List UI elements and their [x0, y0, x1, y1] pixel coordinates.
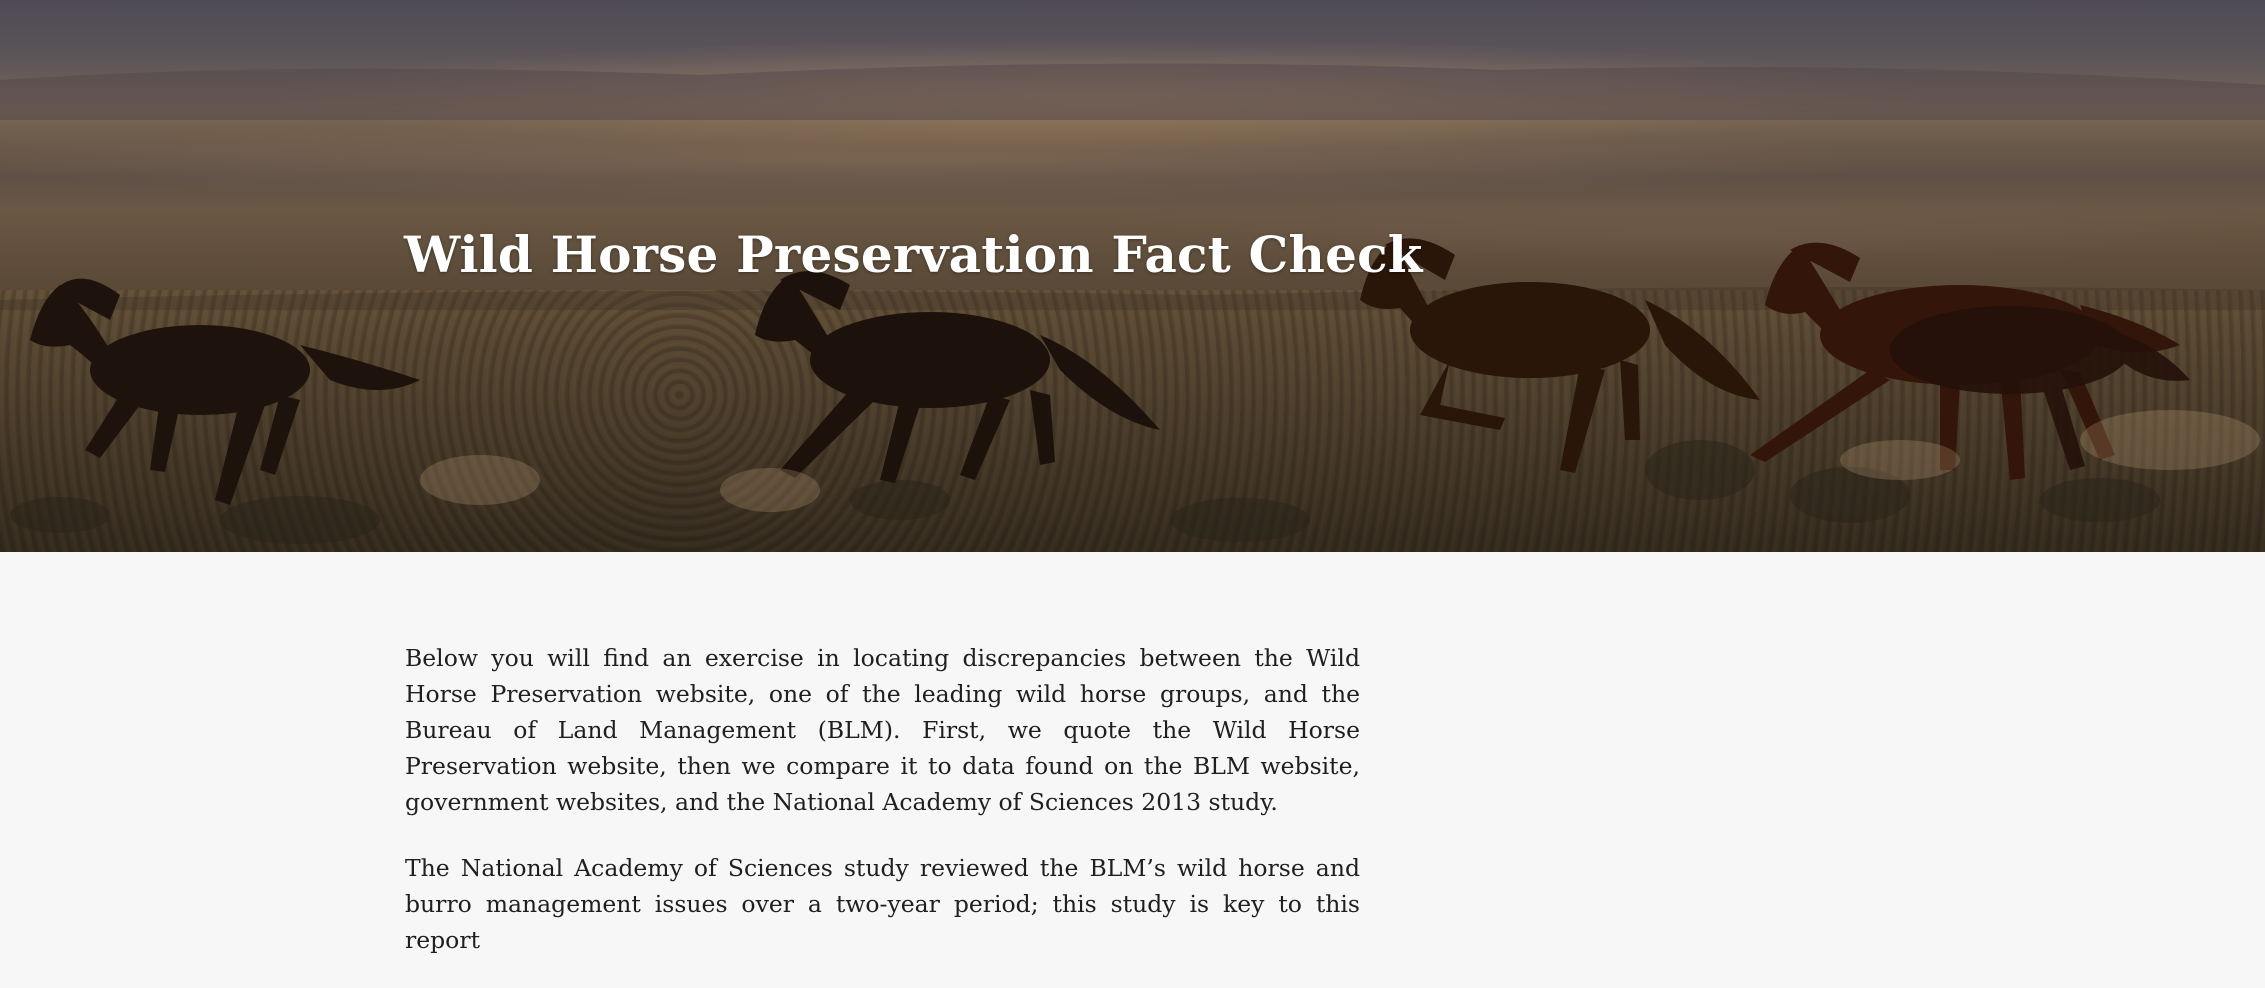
article-body: Below you will find an exercise in locat… — [405, 640, 1360, 988]
intro-paragraph: Below you will find an exercise in locat… — [405, 644, 1360, 816]
study-paragraph: The National Academy of Sciences study r… — [405, 854, 1360, 954]
page-title: Wild Horse Preservation Fact Check — [404, 225, 1423, 284]
hero-banner: Wild Horse Preservation Fact Check — [0, 0, 2265, 552]
horse-icon — [30, 278, 420, 505]
